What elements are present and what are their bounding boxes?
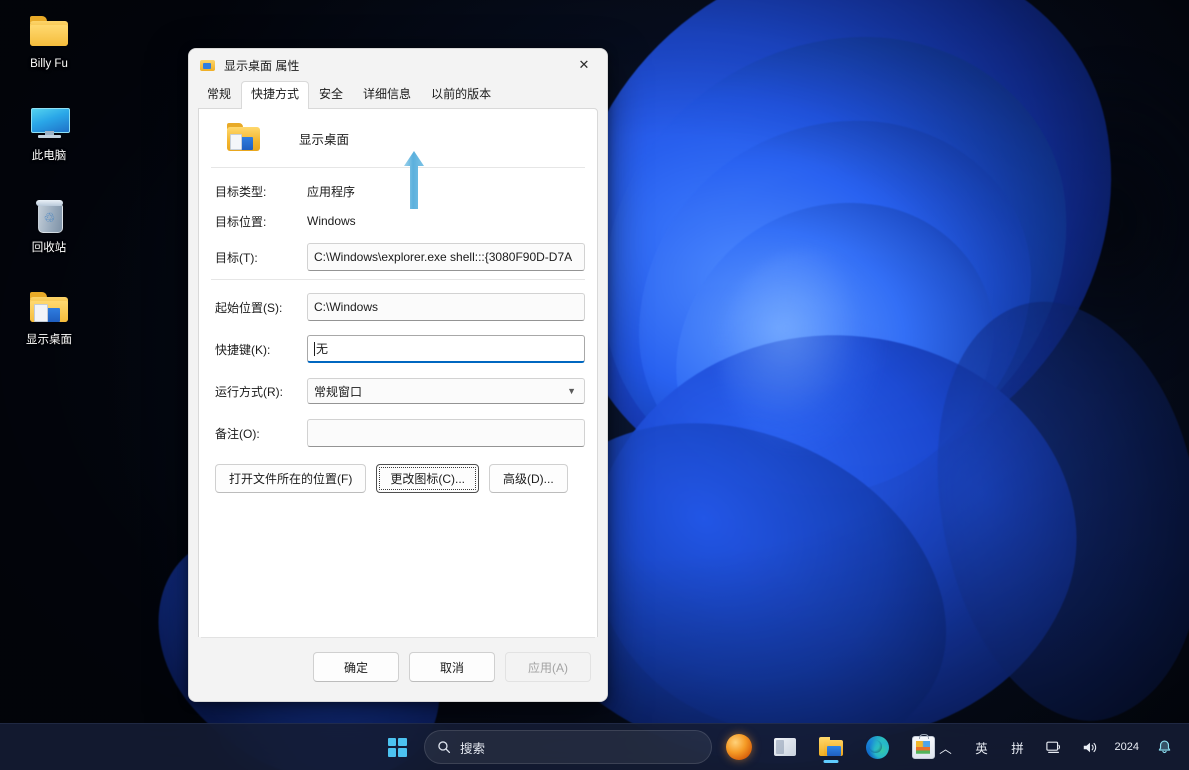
search-icon xyxy=(437,740,451,754)
dialog-titlebar: 显示桌面 属性 ✕ xyxy=(189,49,607,81)
tab-security[interactable]: 安全 xyxy=(309,81,353,108)
tab-details[interactable]: 详细信息 xyxy=(353,81,421,108)
change-icon-button[interactable]: 更改图标(C)... xyxy=(376,464,479,493)
row-start-in: 起始位置(S): C:\Windows xyxy=(211,292,585,322)
start-icon xyxy=(388,738,407,757)
row-run: 运行方式(R): 常规窗口 ▼ xyxy=(211,376,585,406)
start-in-label: 起始位置(S): xyxy=(211,299,307,316)
row-shortcut-key: 快捷键(K): 无 xyxy=(211,334,585,364)
widgets-button[interactable] xyxy=(766,728,804,766)
edge-icon xyxy=(866,736,889,759)
start-button[interactable] xyxy=(378,728,416,766)
desktop-icon-list: Billy Fu 此电脑 ♲ 回收站 xyxy=(6,8,92,376)
desktop-icon-label: Billy Fu xyxy=(10,57,88,71)
shortcut-header: 显示桌面 xyxy=(211,109,585,168)
desktop-icon-label: 显示桌面 xyxy=(10,333,88,347)
cancel-button[interactable]: 取消 xyxy=(409,652,495,682)
target-input[interactable]: C:\Windows\explorer.exe shell:::{3080F90… xyxy=(307,243,585,271)
running-indicator xyxy=(824,760,839,763)
shortcut-folder-icon xyxy=(200,58,216,72)
copilot-button[interactable] xyxy=(720,728,758,766)
target-type-value: 应用程序 xyxy=(307,183,355,200)
shortcut-properties-dialog: 显示桌面 属性 ✕ 常规 快捷方式 安全 详细信息 以前的版本 显示桌面 目标类… xyxy=(188,48,608,702)
advanced-button[interactable]: 高级(D)... xyxy=(489,464,568,493)
row-target: 目标(T): C:\Windows\explorer.exe shell:::{… xyxy=(211,242,585,272)
target-label: 目标(T): xyxy=(211,249,307,266)
target-type-label: 目标类型: xyxy=(211,183,307,200)
taskbar: 搜索 ︿ 英 拼 xyxy=(0,723,1189,770)
taskbar-center-group: 搜索 xyxy=(378,728,942,766)
text-caret xyxy=(314,342,315,356)
shortcut-folder-icon xyxy=(227,123,261,153)
search-placeholder: 搜索 xyxy=(460,738,485,757)
desktop-icon-billy-fu[interactable]: Billy Fu xyxy=(8,8,90,74)
apply-button: 应用(A) xyxy=(505,652,591,682)
footer-button-row: 确定 取消 应用(A) xyxy=(189,638,607,682)
action-button-row: 打开文件所在的位置(F) 更改图标(C)... 高级(D)... xyxy=(211,464,585,493)
clock-date: 2024 xyxy=(1115,741,1139,754)
file-explorer-icon xyxy=(819,737,843,757)
close-icon[interactable]: ✕ xyxy=(561,49,607,81)
desktop-icon-recycle-bin[interactable]: ♲ 回收站 xyxy=(8,192,90,258)
arrow-up-icon xyxy=(403,151,425,209)
shortcut-name: 显示桌面 xyxy=(299,129,349,148)
row-comment: 备注(O): xyxy=(211,418,585,448)
comment-input[interactable] xyxy=(307,419,585,447)
ime-method-indicator[interactable]: 拼 xyxy=(1001,732,1035,762)
desktop-icon-this-pc[interactable]: 此电脑 xyxy=(8,100,90,166)
system-tray: ︿ 英 拼 2024 xyxy=(929,724,1181,770)
edge-button[interactable] xyxy=(858,728,896,766)
shortcut-folder-icon xyxy=(26,288,72,328)
recycle-bin-icon: ♲ xyxy=(26,196,72,236)
computer-icon xyxy=(26,104,72,144)
run-label: 运行方式(R): xyxy=(211,383,307,400)
shortcut-key-label: 快捷键(K): xyxy=(211,341,307,358)
bell-icon xyxy=(1156,739,1173,756)
row-target-location: 目标位置: Windows xyxy=(211,206,585,236)
target-location-label: 目标位置: xyxy=(211,213,307,230)
section-divider xyxy=(211,279,585,280)
desktop-icon-show-desktop[interactable]: 显示桌面 xyxy=(8,284,90,350)
file-explorer-button[interactable] xyxy=(812,728,850,766)
run-select[interactable]: 常规窗口 ▼ xyxy=(307,378,585,404)
desktop: Billy Fu 此电脑 ♲ 回收站 xyxy=(0,0,1189,770)
run-value: 常规窗口 xyxy=(314,383,362,400)
tab-general[interactable]: 常规 xyxy=(197,81,241,108)
desktop-icon-label: 此电脑 xyxy=(10,149,88,163)
tab-panel-shortcut: 显示桌面 目标类型: 应用程序 目标位置: Windows 目标(T): C:\… xyxy=(198,108,598,664)
widgets-icon xyxy=(774,738,796,756)
volume-button[interactable] xyxy=(1073,732,1107,762)
start-in-input[interactable]: C:\Windows xyxy=(307,293,585,321)
target-location-value: Windows xyxy=(307,214,356,228)
clock[interactable]: 2024 xyxy=(1109,730,1145,764)
tab-strip: 常规 快捷方式 安全 详细信息 以前的版本 xyxy=(189,81,607,108)
volume-icon xyxy=(1082,740,1098,755)
comment-label: 备注(O): xyxy=(211,425,307,442)
network-button[interactable] xyxy=(1037,732,1071,762)
dialog-title: 显示桌面 属性 xyxy=(224,57,561,74)
dialog-footer: 确定 取消 应用(A) xyxy=(189,637,607,701)
network-icon xyxy=(1046,740,1062,755)
tray-overflow-button[interactable]: ︿ xyxy=(929,732,963,762)
shortcut-key-value: 无 xyxy=(316,340,328,357)
ok-button[interactable]: 确定 xyxy=(313,652,399,682)
copilot-icon xyxy=(726,734,752,760)
desktop-icon-label: 回收站 xyxy=(10,241,88,255)
open-file-location-button[interactable]: 打开文件所在的位置(F) xyxy=(215,464,366,493)
notifications-button[interactable] xyxy=(1147,732,1181,762)
ime-mode-indicator[interactable]: 英 xyxy=(965,732,999,762)
tab-shortcut[interactable]: 快捷方式 xyxy=(241,81,309,109)
row-target-type: 目标类型: 应用程序 xyxy=(211,176,585,206)
tab-previous-versions[interactable]: 以前的版本 xyxy=(421,81,501,108)
chevron-down-icon: ▼ xyxy=(567,386,576,396)
folder-icon xyxy=(26,12,72,52)
search-input[interactable]: 搜索 xyxy=(424,730,712,764)
shortcut-key-input[interactable]: 无 xyxy=(307,335,585,363)
